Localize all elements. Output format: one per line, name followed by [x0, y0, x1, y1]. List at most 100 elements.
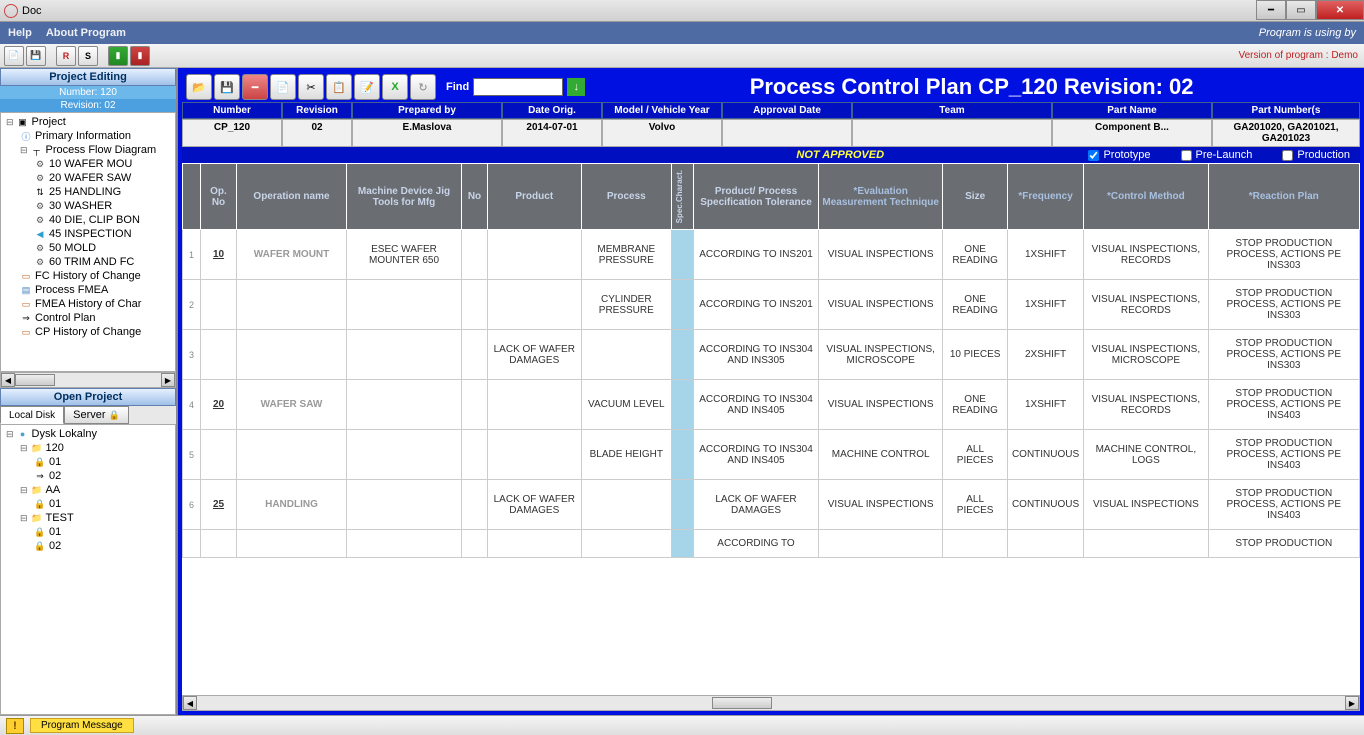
grid-cell[interactable]	[237, 530, 347, 558]
warning-icon[interactable]: !	[6, 718, 24, 734]
grid-cell[interactable]: 1	[183, 230, 201, 280]
table-row[interactable]: 420WAFER SAWVACUUM LEVELACCORDING TO INS…	[183, 380, 1360, 430]
grid-cell[interactable]: WAFER MOUNT	[237, 230, 347, 280]
tree-item[interactable]: ⊟●Dysk Lokalny	[3, 427, 173, 441]
grid-cell[interactable]	[237, 280, 347, 330]
tree-item[interactable]: ⚙60 TRIM AND FC	[3, 255, 173, 269]
grid-cell[interactable]: 6	[183, 480, 201, 530]
info-value-cell[interactable]: CP_120	[182, 119, 282, 147]
grid-scroll-left-icon[interactable]: ◀	[183, 696, 197, 710]
new-icon[interactable]: 📄	[4, 46, 24, 66]
grid-cell[interactable]	[488, 280, 582, 330]
grid-cell[interactable]	[347, 530, 462, 558]
chart2-icon[interactable]: ▮	[130, 46, 150, 66]
grid-cell[interactable]	[1084, 530, 1208, 558]
grid-cell[interactable]: ONE READING	[943, 380, 1008, 430]
grid-cell[interactable]	[488, 530, 582, 558]
save-icon[interactable]: 💾	[26, 46, 46, 66]
grid-cell[interactable]: CONTINUOUS	[1007, 430, 1083, 480]
tree-item[interactable]: ⓘPrimary Information	[3, 129, 173, 143]
grid-cell[interactable]: STOP PRODUCTION PROCESS, ACTIONS PE INS4…	[1208, 480, 1359, 530]
tree-item[interactable]: ⚙10 WAFER MOU	[3, 157, 173, 171]
tree-item[interactable]: ⚙30 WASHER	[3, 199, 173, 213]
doc-copy-icon[interactable]: 📄	[270, 74, 296, 100]
table-row[interactable]: ACCORDING TOSTOP PRODUCTION	[183, 530, 1360, 558]
doc-excel-icon[interactable]: X	[382, 74, 408, 100]
grid-cell[interactable]: 1XSHIFT	[1007, 380, 1083, 430]
tree-item[interactable]: ⚙20 WAFER SAW	[3, 171, 173, 185]
grid-cell[interactable]: VISUAL INSPECTIONS	[818, 280, 942, 330]
grid-cell[interactable]	[462, 530, 488, 558]
table-row[interactable]: 5BLADE HEIGHTACCORDING TO INS304 AND INS…	[183, 430, 1360, 480]
grid-cell[interactable]: VISUAL INSPECTIONS, MICROSCOPE	[818, 330, 942, 380]
grid-header-cell[interactable]: No	[462, 164, 488, 230]
grid-cell[interactable]: MACHINE CONTROL	[818, 430, 942, 480]
doc-refresh-icon[interactable]: ↻	[410, 74, 436, 100]
doc-cut-icon[interactable]: ✂	[298, 74, 324, 100]
info-value-cell[interactable]	[852, 119, 1052, 147]
tree-item[interactable]: 🔒01	[3, 455, 173, 469]
s-icon[interactable]: S	[78, 46, 98, 66]
grid-cell[interactable]	[672, 430, 694, 480]
info-value-cell[interactable]: Volvo	[602, 119, 722, 147]
grid-cell[interactable]: 5	[183, 430, 201, 480]
tree-item[interactable]: ▭CP History of Change	[3, 325, 173, 339]
grid-cell[interactable]	[818, 530, 942, 558]
expand-icon[interactable]: ⊟	[6, 117, 14, 128]
grid-cell[interactable]: 1XSHIFT	[1007, 280, 1083, 330]
expand-icon[interactable]: ⊟	[20, 485, 28, 496]
grid-cell[interactable]	[201, 280, 237, 330]
tree-item[interactable]: ⊟📁AA	[3, 483, 173, 497]
grid-scroll[interactable]: Op. NoOperation nameMachine Device Jig T…	[182, 163, 1360, 695]
disk-tree[interactable]: ⊟●Dysk Lokalny⊟📁120🔒01⇒02⊟📁AA🔒01⊟📁TEST🔒0…	[0, 424, 176, 715]
grid-cell[interactable]: VISUAL INSPECTIONS, RECORDS	[1084, 380, 1208, 430]
grid-cell[interactable]: VACUUM LEVEL	[581, 380, 672, 430]
tree-item[interactable]: 🔒01	[3, 497, 173, 511]
grid-cell[interactable]: ACCORDING TO INS304 AND INS405	[694, 430, 819, 480]
grid-cell[interactable]	[488, 430, 582, 480]
tree-item[interactable]: ▤Process FMEA	[3, 283, 173, 297]
grid-header-cell[interactable]	[183, 164, 201, 230]
grid-header-cell[interactable]: *Frequency	[1007, 164, 1083, 230]
tree-item[interactable]: ⊟┬Process Flow Diagram	[3, 143, 173, 157]
grid-cell[interactable]: STOP PRODUCTION PROCESS, ACTIONS PE INS3…	[1208, 230, 1359, 280]
grid-cell[interactable]	[347, 380, 462, 430]
grid-cell[interactable]: VISUAL INSPECTIONS, RECORDS	[1084, 280, 1208, 330]
grid-cell[interactable]	[672, 230, 694, 280]
tree-item[interactable]: ⊟📁TEST	[3, 511, 173, 525]
grid-cell[interactable]: LACK OF WAFER DAMAGES	[488, 480, 582, 530]
grid-cell[interactable]: ONE READING	[943, 230, 1008, 280]
grid-cell[interactable]: 3	[183, 330, 201, 380]
grid-cell[interactable]	[201, 430, 237, 480]
find-input[interactable]	[473, 78, 563, 96]
expand-icon[interactable]: ⊟	[6, 429, 14, 440]
grid-cell[interactable]: VISUAL INSPECTIONS	[1084, 480, 1208, 530]
grid-cell[interactable]	[201, 530, 237, 558]
grid-cell[interactable]: ESEC WAFER MOUNTER 650	[347, 230, 462, 280]
grid-cell[interactable]: MACHINE CONTROL, LOGS	[1084, 430, 1208, 480]
grid-cell[interactable]: 10 PIECES	[943, 330, 1008, 380]
grid-cell[interactable]	[672, 480, 694, 530]
grid-cell[interactable]: VISUAL INSPECTIONS, RECORDS	[1084, 230, 1208, 280]
grid-cell[interactable]	[183, 530, 201, 558]
r-icon[interactable]: R	[56, 46, 76, 66]
grid-cell[interactable]	[462, 280, 488, 330]
doc-edit-icon[interactable]: 📝	[354, 74, 380, 100]
grid-cell[interactable]: CYLINDER PRESSURE	[581, 280, 672, 330]
grid-cell[interactable]	[672, 280, 694, 330]
grid-header-cell[interactable]: *Control Method	[1084, 164, 1208, 230]
grid-cell[interactable]: 1XSHIFT	[1007, 230, 1083, 280]
tree-item[interactable]: ▭FC History of Change	[3, 269, 173, 283]
tree-item[interactable]: ⚙50 MOLD	[3, 241, 173, 255]
tree-item[interactable]: ⚙40 DIE, CLIP BON	[3, 213, 173, 227]
grid-cell[interactable]: VISUAL INSPECTIONS, MICROSCOPE	[1084, 330, 1208, 380]
scroll-thumb[interactable]	[15, 374, 55, 386]
doc-save-icon[interactable]: 💾	[214, 74, 240, 100]
grid-cell[interactable]	[462, 230, 488, 280]
grid-header-cell[interactable]: Product/ Process Specification Tolerance	[694, 164, 819, 230]
grid-cell[interactable]	[488, 380, 582, 430]
info-value-cell[interactable]	[722, 119, 852, 147]
grid-cell[interactable]: 25	[201, 480, 237, 530]
grid-cell[interactable]: VISUAL INSPECTIONS	[818, 480, 942, 530]
grid-header-cell[interactable]: *Reaction Plan	[1208, 164, 1359, 230]
